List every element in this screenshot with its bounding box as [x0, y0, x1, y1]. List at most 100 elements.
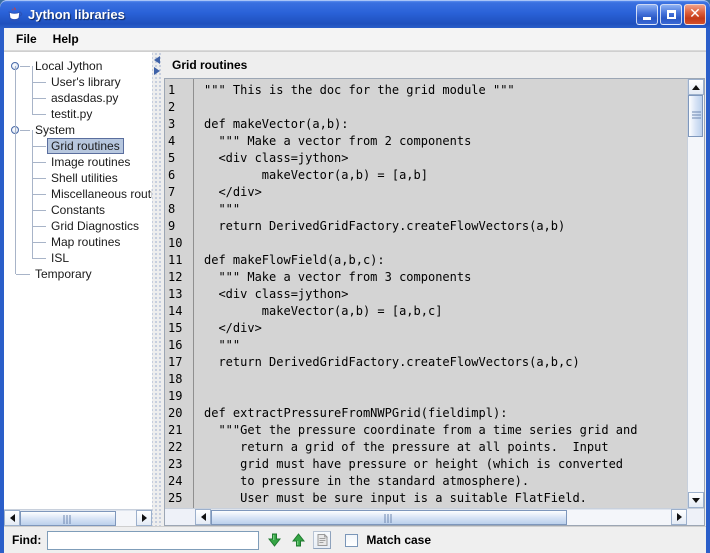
- find-previous-button[interactable]: [289, 531, 307, 549]
- tree-item-label: Constants: [47, 202, 109, 218]
- close-icon: ✕: [689, 7, 701, 21]
- code-line: """ Make a vector from 3 components: [204, 269, 687, 286]
- scroll-down-button[interactable]: [688, 492, 704, 508]
- line-number: 14: [168, 303, 193, 320]
- scrollbar-corner: [687, 508, 704, 525]
- line-number: 11: [168, 252, 193, 269]
- code-line: """: [204, 201, 687, 218]
- match-case-label: Match case: [366, 533, 431, 547]
- find-label: Find:: [12, 533, 41, 547]
- menu-help[interactable]: Help: [45, 29, 87, 49]
- tree-item-label: Grid routines: [47, 138, 124, 154]
- maximize-button[interactable]: [660, 4, 682, 25]
- tree-item-user-s-library[interactable]: User's library: [4, 74, 152, 90]
- collapse-right-icon[interactable]: [154, 67, 160, 75]
- split-divider[interactable]: [152, 51, 163, 526]
- find-input[interactable]: [47, 531, 259, 550]
- line-number: 20: [168, 405, 193, 422]
- editor-hscroll-thumb[interactable]: [211, 510, 567, 525]
- tree-item-isl[interactable]: ISL: [4, 250, 152, 266]
- tree-item-label: Image routines: [47, 154, 134, 170]
- editor-hscroll-track[interactable]: [211, 509, 671, 525]
- line-number: 25: [168, 490, 193, 507]
- code-line: """ This is the doc for the grid module …: [204, 82, 687, 99]
- code-line: return DerivedGridFactory.createFlowVect…: [204, 218, 687, 235]
- line-number: 9: [168, 218, 193, 235]
- tree-item-map-routines[interactable]: Map routines: [4, 234, 152, 250]
- line-number: 19: [168, 388, 193, 405]
- editor-vscroll-track[interactable]: [688, 95, 704, 492]
- tree-item-testit-py[interactable]: testit.py: [4, 106, 152, 122]
- code-line: def extractPressureFromNWPGrid(fieldimpl…: [204, 405, 687, 422]
- scroll-left-button[interactable]: [195, 509, 211, 525]
- minimize-button[interactable]: [636, 4, 658, 25]
- tree-item-system[interactable]: System: [4, 122, 152, 138]
- scroll-left-button[interactable]: [4, 510, 20, 526]
- line-number: 24: [168, 473, 193, 490]
- find-bar: Find:: [4, 526, 706, 553]
- line-number: 23: [168, 456, 193, 473]
- code-line: [204, 235, 687, 252]
- line-number: 17: [168, 354, 193, 371]
- tree-guide-line: [32, 82, 46, 83]
- line-number: 15: [168, 320, 193, 337]
- line-number: 8: [168, 201, 193, 218]
- menubar: File Help: [4, 28, 706, 51]
- highlight-document-icon: [316, 533, 329, 547]
- tree-hscroll-track[interactable]: [20, 510, 136, 526]
- editor-header-title: Grid routines: [163, 52, 706, 78]
- editor-horizontal-scrollbar[interactable]: [195, 508, 687, 525]
- menu-file[interactable]: File: [8, 29, 45, 49]
- line-number: 4: [168, 133, 193, 150]
- close-button[interactable]: ✕: [684, 4, 706, 25]
- tree-item-shell-utilities[interactable]: Shell utilities: [4, 170, 152, 186]
- scroll-right-button[interactable]: [136, 510, 152, 526]
- tree-item-grid-routines[interactable]: Grid routines: [4, 138, 152, 154]
- maximize-icon: [667, 10, 676, 19]
- library-tree[interactable]: Local JythonUser's libraryasdasdas.pytes…: [4, 52, 152, 509]
- find-next-button[interactable]: [265, 531, 283, 549]
- line-number: 1: [168, 82, 193, 99]
- tree-guide-line: [15, 66, 16, 274]
- titlebar[interactable]: Jython libraries ✕: [0, 0, 710, 28]
- tree-guide-line: [32, 114, 46, 115]
- tree-guide-line: [32, 146, 46, 147]
- tree-item-label: testit.py: [47, 106, 96, 122]
- code-line: def makeVector(a,b):: [204, 116, 687, 133]
- tree-item-miscellaneous-routi[interactable]: Miscellaneous routi: [4, 186, 152, 202]
- tree-item-image-routines[interactable]: Image routines: [4, 154, 152, 170]
- code-area[interactable]: """ This is the doc for the grid module …: [194, 79, 687, 508]
- editor-vertical-scrollbar[interactable]: [687, 79, 704, 508]
- code-line: User must be sure input is a suitable Fl…: [204, 490, 687, 507]
- tree-item-asdasdas-py[interactable]: asdasdas.py: [4, 90, 152, 106]
- tree-guide-line: [32, 162, 46, 163]
- tree-guide-line: [20, 66, 30, 67]
- tree-horizontal-scrollbar[interactable]: [4, 509, 152, 526]
- code-line: """: [204, 337, 687, 354]
- line-number: 3: [168, 116, 193, 133]
- tree-guide-line: [32, 66, 33, 114]
- tree-hscroll-thumb[interactable]: [20, 511, 116, 526]
- tree-guide-line: [32, 258, 46, 259]
- tree-item-constants[interactable]: Constants: [4, 202, 152, 218]
- editor-vscroll-thumb[interactable]: [688, 95, 703, 137]
- tree-item-label: asdasdas.py: [47, 90, 122, 106]
- tree-item-label: System: [31, 122, 79, 138]
- collapse-left-icon[interactable]: [154, 56, 160, 64]
- line-number: 13: [168, 286, 193, 303]
- line-number: 6: [168, 167, 193, 184]
- scroll-up-button[interactable]: [688, 79, 704, 95]
- tree-item-local-jython[interactable]: Local Jython: [4, 58, 152, 74]
- tree-item-grid-diagnostics[interactable]: Grid Diagnostics: [4, 218, 152, 234]
- tree-item-temporary[interactable]: Temporary: [4, 266, 152, 282]
- app-window: Jython libraries ✕ File Help Local Jytho…: [0, 0, 710, 553]
- tree-item-label: Grid Diagnostics: [47, 218, 143, 234]
- code-line: """ Make a vector from 2 components: [204, 133, 687, 150]
- code-scrollpane: 1234567891011121314151617181920212223242…: [164, 78, 705, 526]
- line-number: 12: [168, 269, 193, 286]
- code-line: [204, 371, 687, 388]
- scroll-right-button[interactable]: [671, 509, 687, 525]
- code-line: makeVector(a,b) = [a,b]: [204, 167, 687, 184]
- match-case-checkbox[interactable]: [345, 534, 358, 547]
- highlight-all-button[interactable]: [313, 531, 331, 549]
